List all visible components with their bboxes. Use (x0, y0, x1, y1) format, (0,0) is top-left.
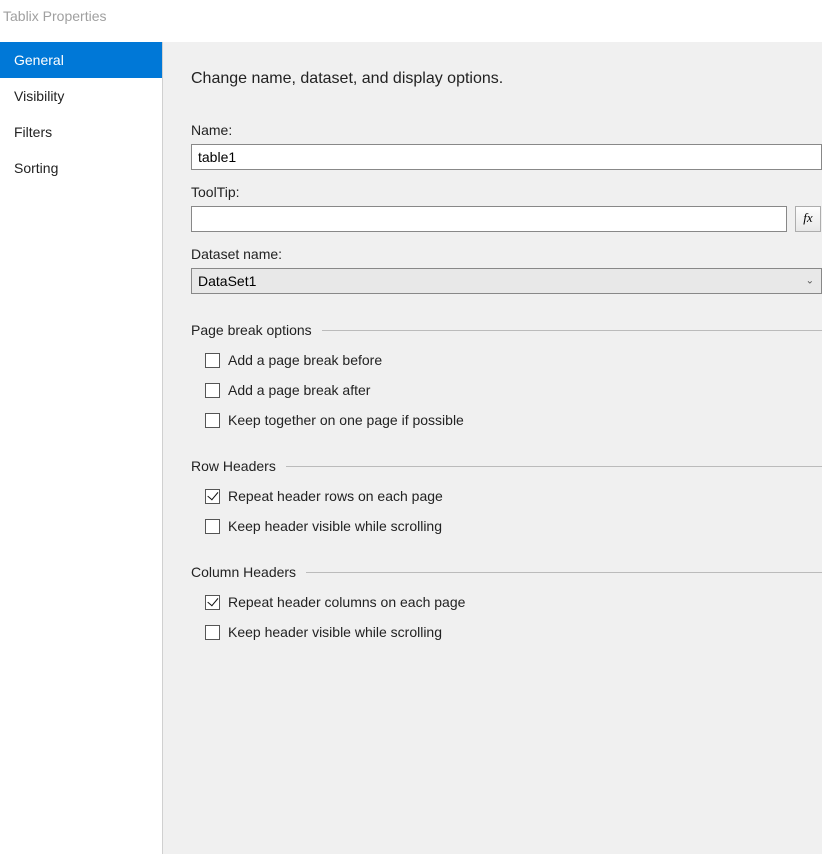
divider (306, 572, 822, 573)
checkbox-icon (205, 595, 220, 610)
checkbox-label: Keep together on one page if possible (228, 412, 464, 428)
sidebar-item-general[interactable]: General (0, 42, 162, 78)
window-title: Tablix Properties (0, 0, 822, 42)
checkbox-label: Add a page break before (228, 352, 382, 368)
checkbox-label: Repeat header columns on each page (228, 594, 465, 610)
checkbox-keep-together[interactable]: Keep together on one page if possible (205, 412, 822, 428)
name-label: Name: (191, 122, 822, 138)
main-panel: Change name, dataset, and display option… (163, 42, 822, 854)
group-rowheaders: Row Headers Repeat header rows on each p… (191, 458, 822, 534)
checkbox-label: Add a page break after (228, 382, 370, 398)
group-title-rowheaders: Row Headers (191, 458, 276, 474)
name-input[interactable] (191, 144, 822, 170)
divider (286, 466, 822, 467)
checkbox-label: Keep header visible while scrolling (228, 624, 442, 640)
group-title-pagebreak: Page break options (191, 322, 312, 338)
tooltip-input[interactable] (191, 206, 787, 232)
group-pagebreak: Page break options Add a page break befo… (191, 322, 822, 428)
tooltip-label: ToolTip: (191, 184, 822, 200)
checkbox-col-header-visible[interactable]: Keep header visible while scrolling (205, 624, 822, 640)
checkbox-repeat-row-headers[interactable]: Repeat header rows on each page (205, 488, 822, 504)
checkbox-label: Keep header visible while scrolling (228, 518, 442, 534)
sidebar-item-visibility[interactable]: Visibility (0, 78, 162, 114)
checkbox-pagebreak-after[interactable]: Add a page break after (205, 382, 822, 398)
checkbox-icon (205, 489, 220, 504)
checkbox-row-header-visible[interactable]: Keep header visible while scrolling (205, 518, 822, 534)
checkbox-icon (205, 383, 220, 398)
page-heading: Change name, dataset, and display option… (191, 70, 822, 88)
sidebar-item-sorting[interactable]: Sorting (0, 150, 162, 186)
expression-button[interactable]: fx (795, 206, 821, 232)
dataset-select[interactable]: DataSet1 (191, 268, 822, 294)
checkbox-label: Repeat header rows on each page (228, 488, 443, 504)
checkbox-pagebreak-before[interactable]: Add a page break before (205, 352, 822, 368)
checkbox-icon (205, 353, 220, 368)
group-title-colheaders: Column Headers (191, 564, 296, 580)
divider (322, 330, 822, 331)
group-colheaders: Column Headers Repeat header columns on … (191, 564, 822, 640)
checkbox-icon (205, 413, 220, 428)
sidebar-item-filters[interactable]: Filters (0, 114, 162, 150)
checkbox-repeat-col-headers[interactable]: Repeat header columns on each page (205, 594, 822, 610)
fx-icon: fx (803, 210, 812, 226)
checkbox-icon (205, 625, 220, 640)
sidebar: General Visibility Filters Sorting (0, 42, 163, 854)
dataset-label: Dataset name: (191, 246, 822, 262)
checkbox-icon (205, 519, 220, 534)
